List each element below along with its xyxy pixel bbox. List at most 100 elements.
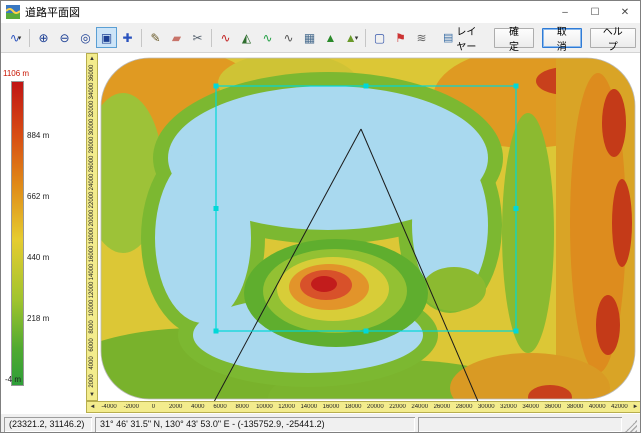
map-viewport[interactable] [98,53,639,401]
maximize-button[interactable]: ☐ [580,1,610,23]
vruler-label: 16000 [87,245,97,263]
selection-handle[interactable] [514,206,519,211]
hruler-label: 14000 [298,404,320,410]
vruler-label: 28000 [87,136,97,154]
zoom-window-icon[interactable]: ▣ [96,27,117,48]
hruler-label: 42000 [608,404,630,410]
zoom-in-icon[interactable]: ⊕ [33,27,54,48]
hruler-label: 20000 [364,404,386,410]
dem-raster [98,53,639,401]
pan-icon-glyph: ✚ [122,31,132,45]
titlebar: 道路平面図 – ☐ ✕ [1,1,640,23]
polyline-icon[interactable]: ∿ [278,27,299,48]
eraser-icon[interactable]: ▰ [166,27,187,48]
vruler-label: 24000 [87,173,97,191]
hruler-label: 28000 [453,404,475,410]
window-title: 道路平面図 [25,4,550,20]
profile-view-icon[interactable]: ◭ [236,27,257,48]
sea-area [155,153,251,323]
vruler-labels: 3600034000320003000028000260002400022000… [87,64,97,390]
section-chart-icon-glyph: ▦ [304,31,315,45]
toolbar-icons: ∿▾ ⊕ ⊖ ◎▣ ✚ ✎ ▰ ✂ ∿ ◭ ∿ ∿ ▦ ▲▲▾ ▢ ⚑ ≋ [5,27,432,48]
elevation-legend: 1106 m884 m662 m440 m218 m-4 m [1,53,86,401]
terrain-icon[interactable]: ▲ [320,27,341,48]
legend-label: 662 m [27,192,49,201]
selection-handle[interactable] [214,206,219,211]
geo-position: 31° 46' 31.5" N, 130° 43' 53.0" E - (-13… [95,417,415,432]
legend-label: 884 m [27,131,49,140]
selection-handle[interactable] [514,329,519,334]
ruler-right-arrow[interactable]: ► [630,404,641,410]
hruler-label: 26000 [431,404,453,410]
horizontal-ruler[interactable]: ◄ -4000-20000200040006000800010000120001… [86,401,641,413]
vruler-label: 4000 [87,354,97,372]
profile-view-icon-glyph: ◭ [242,31,251,45]
vruler-label: 14000 [87,263,97,281]
elevation-map[interactable] [98,53,639,401]
status-bar: (23321.2, 31146.2) 31° 46' 31.5" N, 130°… [1,414,640,433]
selection-handle[interactable] [514,84,519,89]
ruler-down-arrow[interactable]: ▼ [87,390,97,400]
hruler-label: 4000 [187,404,209,410]
cut-icon[interactable]: ✂ [187,27,208,48]
hruler-label: 16000 [320,404,342,410]
vruler-label: 6000 [87,336,97,354]
hruler-label: 40000 [586,404,608,410]
smooth-line-icon[interactable]: ∿ [257,27,278,48]
selection-handle[interactable] [364,329,369,334]
volcano-peak [311,276,337,292]
select-region-icon-glyph: ▢ [374,31,385,45]
zoom-out-icon[interactable]: ⊖ [54,27,75,48]
help-button[interactable]: ヘルプ [590,28,636,48]
elevation-gradient-bar [11,81,24,386]
flag-annotation-icon[interactable]: ⚑ [390,27,411,48]
application-window: 道路平面図 – ☐ ✕ ∿▾⊕⊖◎▣✚✎▰✂∿◭∿∿▦▲▲▾▢⚑≋ ▤ レイヤー… [0,0,641,433]
selection-handle[interactable] [214,329,219,334]
vruler-label: 36000 [87,64,97,82]
road-section-icon[interactable]: ≋ [411,27,432,48]
vruler-label: 10000 [87,299,97,317]
hruler-label: 0 [142,404,164,410]
eraser-icon-glyph: ▰ [172,31,181,45]
ruler-up-arrow[interactable]: ▲ [87,54,97,64]
resize-grip[interactable] [625,420,637,432]
vertex-edit-icon[interactable]: ∿ [215,27,236,48]
pan-icon[interactable]: ✚ [117,27,138,48]
selection-handle[interactable] [214,84,219,89]
dropdown-caret-icon[interactable]: ▾ [18,34,22,42]
ruler-left-arrow[interactable]: ◄ [87,404,98,410]
close-button[interactable]: ✕ [610,1,640,23]
curve-style-dropdown[interactable]: ∿▾ [5,27,26,48]
hruler-label: 10000 [253,404,275,410]
cancel-button[interactable]: 取消 [542,28,582,48]
minimize-button[interactable]: – [550,1,580,23]
section-chart-icon[interactable]: ▦ [299,27,320,48]
legend-label: 440 m [27,253,49,262]
vruler-label: 26000 [87,155,97,173]
zoom-out-icon-glyph: ⊖ [59,31,69,45]
layer-button[interactable]: ▤ レイヤー [436,27,486,49]
road-section-icon-glyph: ≋ [416,31,426,45]
zoom-actual-icon[interactable]: ◎ [75,27,96,48]
hruler-labels: -4000-2000020004000600080001000012000140… [98,404,630,410]
vertex-edit-icon-glyph: ∿ [220,31,230,45]
vertical-ruler[interactable]: ▲ 36000340003200030000280002600024000220… [86,53,98,401]
status-empty-panel [418,417,622,432]
terrain-add-dropdown[interactable]: ▲▾ [341,27,362,48]
flag-annotation-icon-glyph: ⚑ [395,31,406,45]
dropdown-caret-icon[interactable]: ▾ [355,34,359,42]
hruler-label: 34000 [520,404,542,410]
confirm-button[interactable]: 確定 [494,28,534,48]
legend-label: -4 m [5,375,21,384]
vruler-label: 22000 [87,191,97,209]
app-icon [6,5,20,19]
selection-handle[interactable] [364,84,369,89]
content-area: 1106 m884 m662 m440 m218 m-4 m ▲ 3600034… [1,53,641,401]
select-region-icon[interactable]: ▢ [369,27,390,48]
slope-edit-icon[interactable]: ✎ [145,27,166,48]
hruler-label: 2000 [165,404,187,410]
toolbar-separator [365,29,366,47]
polyline-icon-glyph: ∿ [283,31,293,45]
hruler-label: -2000 [120,404,142,410]
vruler-label: 20000 [87,209,97,227]
